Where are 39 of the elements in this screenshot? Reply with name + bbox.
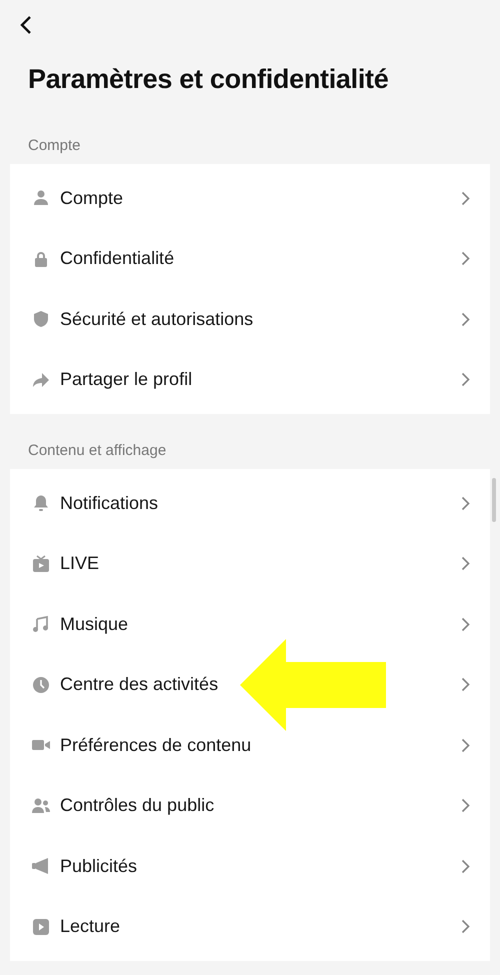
bell-icon: [32, 494, 50, 512]
chevron-right-icon: [461, 798, 470, 814]
section-heading: Contenu et affichage: [27, 442, 168, 459]
settings-row[interactable]: Musique: [10, 594, 490, 654]
person-icon: [32, 189, 50, 208]
chevron-right-icon: [461, 312, 470, 327]
settings-row[interactable]: Confidentialité: [10, 228, 490, 289]
chevron-right-icon: [461, 496, 470, 511]
settings-row[interactable]: Publicités: [10, 836, 490, 896]
shield-icon: [32, 310, 50, 328]
chevron-right-icon: [461, 190, 470, 206]
lock-icon: [32, 250, 50, 268]
scrollbar: [492, 478, 496, 522]
tv-icon: [32, 554, 50, 573]
share-arrow-icon: [32, 370, 50, 389]
settings-row[interactable]: Préférences de contenu: [10, 715, 490, 776]
clock-icon: [32, 676, 50, 694]
settings-row[interactable]: Centre des activités: [10, 654, 490, 715]
chevron-right-icon: [461, 556, 470, 572]
settings-row[interactable]: Lecture: [10, 896, 490, 957]
music-note-icon: [32, 615, 50, 634]
settings-row[interactable]: Contrôles du public: [10, 776, 490, 836]
chevron-right-icon: [461, 616, 470, 632]
chevron-right-icon: [461, 251, 470, 266]
settings-row[interactable]: Sécurité et autorisations: [10, 289, 490, 350]
people-icon: [32, 796, 50, 815]
settings-row[interactable]: Notifications: [10, 473, 490, 534]
section-heading: Compte: [27, 137, 82, 154]
megaphone-icon: [32, 857, 50, 876]
chevron-right-icon: [461, 372, 470, 388]
chevron-right-icon: [461, 919, 470, 934]
chevron-right-icon: [461, 677, 470, 692]
settings-row[interactable]: Compte: [10, 168, 490, 228]
chevron-right-icon: [461, 858, 470, 874]
page-title: Paramètres et confidentialité: [28, 64, 390, 95]
chevron-right-icon: [461, 738, 470, 753]
settings-row[interactable]: Partager le profil: [10, 350, 490, 410]
play-icon: [32, 918, 50, 936]
settings-row[interactable]: LIVE: [10, 534, 490, 594]
